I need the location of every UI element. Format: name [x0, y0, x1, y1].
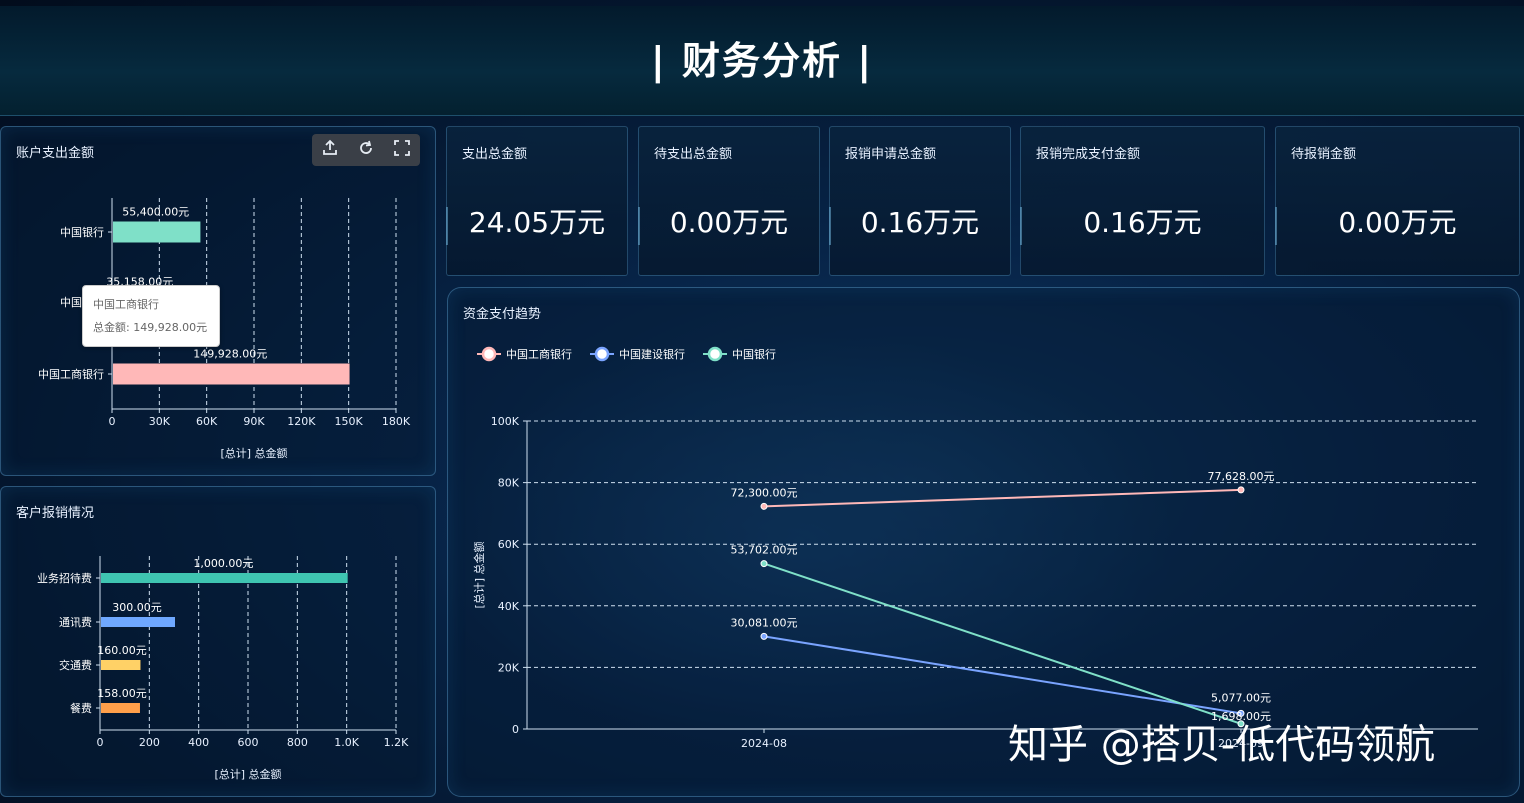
kpi-label: 支出总金额	[462, 147, 528, 162]
kpi-edge	[446, 207, 448, 245]
data-point	[760, 560, 768, 568]
category-label: 中国工商银行	[38, 367, 104, 381]
data-label: 5,077.00元	[1211, 691, 1271, 704]
x-tick-label: 0	[97, 736, 104, 749]
bar	[113, 221, 201, 243]
series-line	[763, 635, 1242, 715]
y-axis-title: [总计] 总金额	[472, 541, 486, 608]
legend-label: 中国银行	[732, 347, 776, 361]
customer-reimbursement-chart: 0 200 400 600 800 1.0K 1.2K 1,000.00元业务招待费 300.0…	[37, 556, 409, 781]
legend-marker	[707, 346, 723, 362]
kpi-label: 报销申请总金额	[845, 147, 937, 162]
data-point	[760, 632, 768, 640]
kpi-value: 0.00万元	[1338, 206, 1457, 239]
x-tick-label: 200	[139, 736, 160, 749]
kpi-edge	[829, 207, 831, 245]
x-tick-label: 0	[109, 415, 116, 428]
tooltip-value: 总金额: 149,928.00元	[93, 321, 208, 334]
x-tick-label: 90K	[243, 415, 265, 428]
category-label: 餐费	[70, 701, 92, 715]
data-label: 72,300.00元	[731, 486, 798, 499]
kpi-value: 0.00万元	[669, 206, 789, 239]
kpi-edge	[1020, 207, 1022, 245]
kpi-label: 待报销金额	[1291, 147, 1357, 162]
kpi-label: 报销完成支付金额	[1036, 147, 1141, 162]
data-point	[760, 502, 768, 510]
data-label: 77,628.00元	[1208, 470, 1275, 483]
kpi-card-pending-expense: 待支出总金额 0.00万元	[638, 126, 820, 276]
x-tick-label: 120K	[287, 415, 316, 428]
x-axis-title: [总计] 总金额	[220, 446, 287, 460]
bar	[101, 617, 175, 627]
data-label: 300.00元	[112, 601, 162, 614]
kpi-edge	[638, 207, 640, 245]
y-tick-label: 100K	[491, 415, 520, 428]
data-label: 1,000.00元	[193, 557, 253, 570]
page-header: | 财务分析 |	[0, 6, 1524, 116]
tooltip-title: 中国工商银行	[93, 298, 159, 311]
legend-label: 中国工商银行	[506, 347, 572, 361]
bar	[113, 363, 350, 385]
data-label: 160.00元	[97, 644, 147, 657]
x-tick-label: 800	[287, 736, 308, 749]
x-tick-label: 30K	[149, 415, 171, 428]
kpi-card-reimburse-paid: 报销完成支付金额 0.16万元	[1020, 126, 1265, 276]
y-tick-label: 40K	[498, 600, 520, 613]
y-tick-label: 20K	[498, 661, 520, 674]
category-label: 业务招待费	[37, 571, 92, 585]
x-tick-label: 180K	[382, 415, 411, 428]
legend-marker	[594, 346, 610, 362]
data-label: 158.00元	[97, 687, 147, 700]
kpi-edge	[1275, 207, 1277, 245]
y-tick-label: 80K	[498, 477, 520, 490]
kpi-card-total-expense: 支出总金额 24.05万元	[446, 126, 628, 276]
x-axis-title: [总计] 总金额	[214, 767, 281, 781]
kpi-card-pending-reimburse: 待报销金额 0.00万元	[1275, 126, 1520, 276]
chart-tooltip: 中国工商银行 总金额: 149,928.00元	[82, 285, 220, 347]
y-tick-label: 0	[512, 723, 519, 736]
data-label: 55,400.00元	[122, 206, 189, 219]
series-line	[763, 562, 1242, 725]
kpi-value: 0.16万元	[860, 206, 980, 239]
legend-label: 中国建设银行	[619, 347, 685, 361]
x-tick-label: 600	[238, 736, 259, 749]
category-label: 中国银行	[60, 225, 104, 239]
category-label: 交通费	[59, 658, 92, 672]
kpi-value: 24.05万元	[468, 206, 606, 239]
y-tick-label: 60K	[498, 538, 520, 551]
bar	[101, 703, 140, 713]
data-label: 53,702.00元	[731, 544, 798, 557]
bar	[101, 660, 141, 670]
data-label: 149,928.00元	[193, 348, 267, 361]
x-tick-label: 150K	[335, 415, 364, 428]
data-label: 30,081.00元	[731, 616, 798, 629]
watermark: 知乎 @搭贝-低代码领航	[1008, 722, 1436, 768]
x-tick-label: 2024-08	[741, 737, 787, 750]
x-tick-label: 60K	[196, 415, 218, 428]
kpi-label: 待支出总金额	[654, 147, 733, 162]
kpi-value: 0.16万元	[1083, 206, 1202, 239]
x-tick-label: 400	[188, 736, 209, 749]
x-tick-label: 1.2K	[384, 736, 409, 749]
series-line	[763, 488, 1242, 508]
bar	[101, 573, 348, 583]
page-title: | 财务分析 |	[650, 39, 874, 83]
category-label: 通讯费	[59, 616, 92, 629]
kpi-card-reimburse-request: 报销申请总金额 0.16万元	[829, 126, 1011, 276]
data-point	[1237, 486, 1245, 494]
x-tick-label: 1.0K	[334, 736, 359, 749]
legend-marker	[481, 346, 497, 362]
